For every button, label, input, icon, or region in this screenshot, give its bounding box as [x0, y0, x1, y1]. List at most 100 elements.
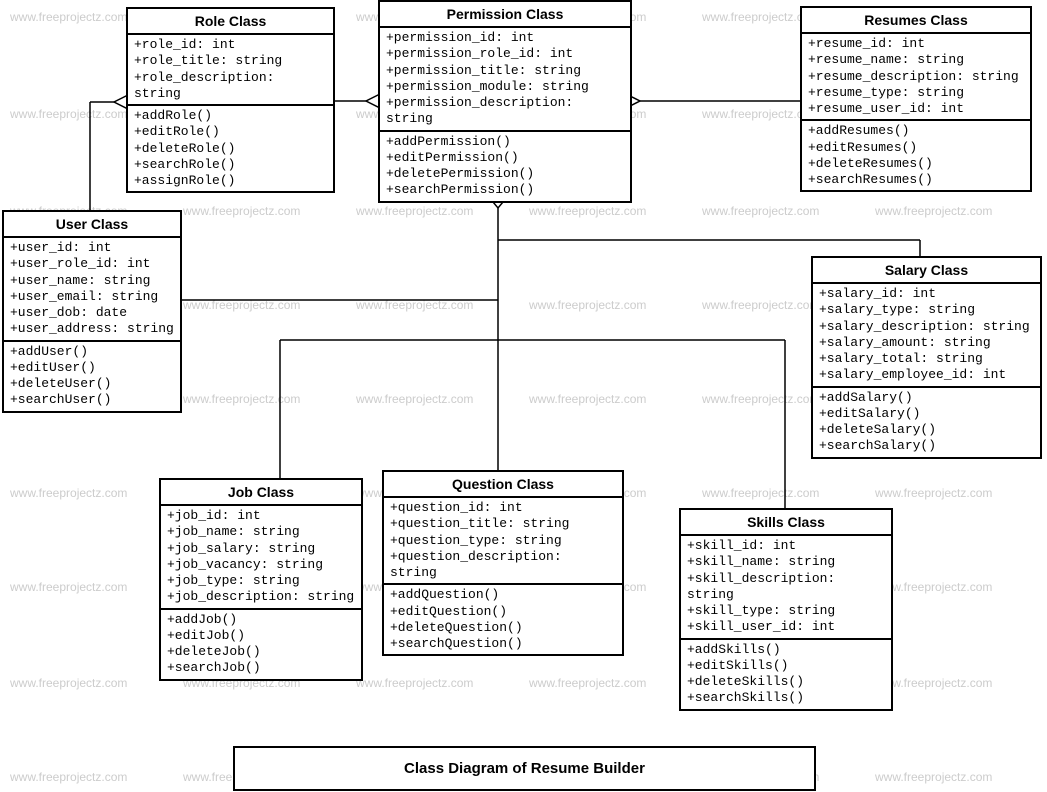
text-line: +deleteJob() — [167, 644, 355, 660]
text-line: +searchUser() — [10, 392, 174, 408]
text-line: +question_title: string — [390, 516, 616, 532]
watermark-text: www.freeprojectz.com — [10, 676, 127, 690]
text-line: +salary_description: string — [819, 319, 1034, 335]
text-line: +salary_type: string — [819, 302, 1034, 318]
text-line: +deleteSalary() — [819, 422, 1034, 438]
text-line: +addQuestion() — [390, 587, 616, 603]
watermark-text: www.freeprojectz.com — [10, 107, 127, 121]
watermark-text: www.freeprojectz.com — [529, 204, 646, 218]
class-title: Salary Class — [813, 258, 1040, 284]
text-line: +editUser() — [10, 360, 174, 376]
text-line: +resume_name: string — [808, 52, 1024, 68]
watermark-text: www.freeprojectz.com — [10, 10, 127, 24]
text-line: +skill_description: string — [687, 571, 885, 604]
text-line: +permission_id: int — [386, 30, 624, 46]
watermark-text: www.freeprojectz.com — [875, 770, 992, 784]
watermark-text: www.freeprojectz.com — [10, 580, 127, 594]
text-line: +job_name: string — [167, 524, 355, 540]
class-title: Question Class — [384, 472, 622, 498]
text-line: +editJob() — [167, 628, 355, 644]
text-line: +editRole() — [134, 124, 327, 140]
watermark-text: www.freeprojectz.com — [702, 298, 819, 312]
watermark-text: www.freeprojectz.com — [183, 204, 300, 218]
class-title: Skills Class — [681, 510, 891, 536]
class-title: User Class — [4, 212, 180, 238]
class-job: Job Class +job_id: int+job_name: string+… — [159, 478, 363, 681]
watermark-text: www.freeprojectz.com — [702, 392, 819, 406]
text-line: +permission_module: string — [386, 79, 624, 95]
text-line: +user_name: string — [10, 273, 174, 289]
text-line: +editSalary() — [819, 406, 1034, 422]
text-line: +searchRole() — [134, 157, 327, 173]
text-line: +deleteResumes() — [808, 156, 1024, 172]
class-title: Resumes Class — [802, 8, 1030, 34]
watermark-text: www.freeprojectz.com — [875, 204, 992, 218]
watermark-text: www.freeprojectz.com — [183, 298, 300, 312]
class-question: Question Class +question_id: int+questio… — [382, 470, 624, 656]
class-resumes: Resumes Class +resume_id: int+resume_nam… — [800, 6, 1032, 192]
text-line: +salary_amount: string — [819, 335, 1034, 351]
class-title: Permission Class — [380, 2, 630, 28]
text-line: +permission_description: string — [386, 95, 624, 128]
attrs: +permission_id: int+permission_role_id: … — [380, 28, 630, 132]
watermark-text: www.freeprojectz.com — [183, 392, 300, 406]
text-line: +addUser() — [10, 344, 174, 360]
text-line: +role_title: string — [134, 53, 327, 69]
text-line: +role_id: int — [134, 37, 327, 53]
text-line: +searchSkills() — [687, 690, 885, 706]
text-line: +permission_role_id: int — [386, 46, 624, 62]
text-line: +skill_id: int — [687, 538, 885, 554]
diagram-title: Class Diagram of Resume Builder — [233, 746, 816, 791]
text-line: +permission_title: string — [386, 63, 624, 79]
text-line: +addResumes() — [808, 123, 1024, 139]
text-line: +job_type: string — [167, 573, 355, 589]
text-line: +resume_type: string — [808, 85, 1024, 101]
watermark-text: www.freeprojectz.com — [875, 486, 992, 500]
watermark-text: www.freeprojectz.com — [529, 298, 646, 312]
class-role: Role Class +role_id: int+role_title: str… — [126, 7, 335, 193]
class-salary: Salary Class +salary_id: int+salary_type… — [811, 256, 1042, 459]
text-line: +resume_description: string — [808, 69, 1024, 85]
attrs: +resume_id: int+resume_name: string+resu… — [802, 34, 1030, 121]
text-line: +job_vacancy: string — [167, 557, 355, 573]
text-line: +editSkills() — [687, 658, 885, 674]
methods: +addPermission()+editPermission()+delete… — [380, 132, 630, 201]
watermark-text: www.freeprojectz.com — [10, 770, 127, 784]
methods: +addSalary()+editSalary()+deleteSalary()… — [813, 388, 1040, 457]
text-line: +user_dob: date — [10, 305, 174, 321]
text-line: +job_id: int — [167, 508, 355, 524]
text-line: +user_email: string — [10, 289, 174, 305]
text-line: +salary_total: string — [819, 351, 1034, 367]
text-line: +skill_user_id: int — [687, 619, 885, 635]
attrs: +user_id: int+user_role_id: int+user_nam… — [4, 238, 180, 342]
diagram-title-text: Class Diagram of Resume Builder — [404, 760, 645, 777]
methods: +addRole()+editRole()+deleteRole()+searc… — [128, 106, 333, 191]
text-line: +addPermission() — [386, 134, 624, 150]
watermark-text: www.freeprojectz.com — [529, 676, 646, 690]
methods: +addUser()+editUser()+deleteUser()+searc… — [4, 342, 180, 411]
text-line: +addJob() — [167, 612, 355, 628]
text-line: +searchPermission() — [386, 182, 624, 198]
text-line: +deleteSkills() — [687, 674, 885, 690]
text-line: +role_description: string — [134, 70, 327, 103]
text-line: +salary_id: int — [819, 286, 1034, 302]
class-user: User Class +user_id: int+user_role_id: i… — [2, 210, 182, 413]
text-line: +user_address: string — [10, 321, 174, 337]
methods: +addJob()+editJob()+deleteJob()+searchJo… — [161, 610, 361, 679]
attrs: +job_id: int+job_name: string+job_salary… — [161, 506, 361, 610]
attrs: +question_id: int+question_title: string… — [384, 498, 622, 585]
text-line: +deleteQuestion() — [390, 620, 616, 636]
text-line: +editQuestion() — [390, 604, 616, 620]
text-line: +addRole() — [134, 108, 327, 124]
text-line: +searchJob() — [167, 660, 355, 676]
watermark-text: www.freeprojectz.com — [356, 392, 473, 406]
text-line: +question_id: int — [390, 500, 616, 516]
text-line: +resume_user_id: int — [808, 101, 1024, 117]
text-line: +searchSalary() — [819, 438, 1034, 454]
text-line: +question_description: string — [390, 549, 616, 582]
text-line: +editResumes() — [808, 140, 1024, 156]
class-title: Job Class — [161, 480, 361, 506]
watermark-text: www.freeprojectz.com — [702, 486, 819, 500]
watermark-text: www.freeprojectz.com — [356, 298, 473, 312]
text-line: +skill_type: string — [687, 603, 885, 619]
